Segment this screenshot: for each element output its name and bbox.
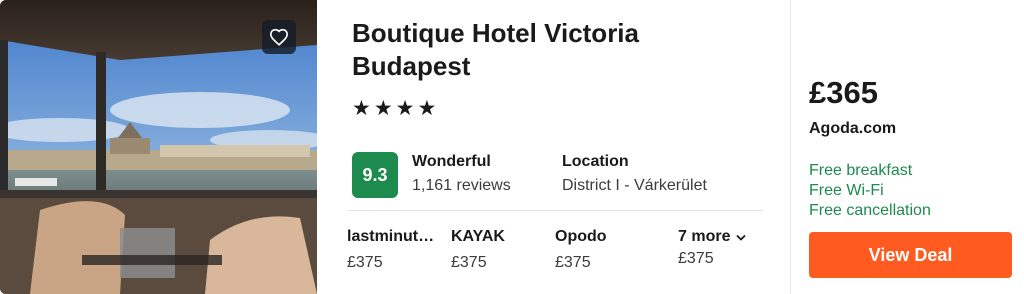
view-deal-button[interactable]: View Deal	[809, 232, 1012, 278]
location-title: Location	[562, 153, 629, 170]
perk-item: Free cancellation	[809, 202, 931, 219]
star-rating: ★★★★	[352, 97, 440, 120]
hotel-name[interactable]: Boutique Hotel Victoria Budapest	[352, 17, 732, 83]
heart-icon	[269, 28, 289, 46]
chevron-down-icon	[736, 234, 747, 241]
rating-score-badge: 9.3	[352, 152, 398, 198]
hotel-card: Boutique Hotel Victoria Budapest ★★★★ 9.…	[0, 0, 1024, 294]
provider-opodo[interactable]: Opodo £375	[555, 227, 651, 273]
favorite-button[interactable]	[262, 20, 296, 54]
location-value[interactable]: District I - Várkerület	[562, 177, 707, 195]
divider	[347, 210, 763, 211]
deal-price: £365	[809, 75, 878, 110]
provider-price: £375	[451, 254, 487, 271]
hotel-photo[interactable]	[0, 0, 317, 294]
hotel-info: Boutique Hotel Victoria Budapest ★★★★ 9.…	[317, 0, 790, 294]
more-providers-label: 7 more	[678, 227, 774, 247]
provider-price: £375	[347, 254, 383, 271]
more-label: 7 more	[678, 228, 731, 245]
provider-name: lastminute.com	[347, 228, 443, 245]
perk-item: Free Wi-Fi	[809, 182, 884, 199]
provider-kayak[interactable]: KAYAK £375	[451, 227, 547, 273]
provider-name: KAYAK	[451, 228, 505, 245]
perk-item: Free breakfast	[809, 162, 913, 179]
provider-lastminute[interactable]: lastminute.com £375	[347, 227, 443, 273]
provider-name: Opodo	[555, 228, 607, 245]
rating-word: Wonderful	[412, 153, 491, 170]
best-deal-panel: £365 Agoda.com Free breakfast Free Wi-Fi…	[791, 0, 1024, 294]
provider-prices: lastminute.com £375 KAYAK £375 Opodo £37…	[347, 227, 767, 277]
deal-perks: Free breakfast Free Wi-Fi Free cancellat…	[809, 161, 931, 221]
provider-price: £375	[555, 254, 591, 271]
more-providers-button[interactable]: 7 more £375	[678, 227, 774, 269]
review-count[interactable]: 1,161 reviews	[412, 177, 511, 195]
deal-site: Agoda.com	[809, 120, 897, 137]
more-providers-price: £375	[678, 250, 714, 267]
